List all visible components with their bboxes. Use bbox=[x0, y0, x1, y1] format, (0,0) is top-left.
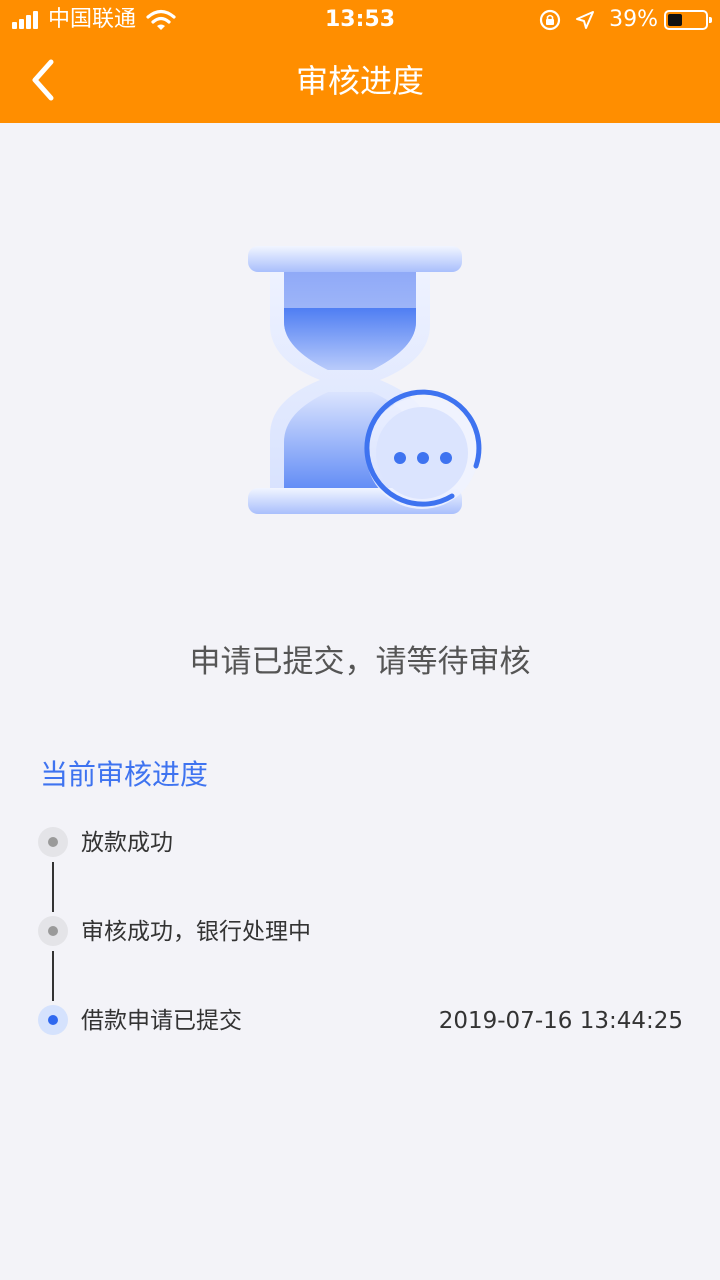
battery-percent: 39% bbox=[609, 7, 658, 32]
step-label: 借款申请已提交 bbox=[81, 1008, 242, 1034]
progress-section-title: 当前审核进度 bbox=[40, 758, 209, 791]
orientation-lock-icon bbox=[539, 9, 561, 31]
step-label: 放款成功 bbox=[81, 830, 173, 856]
step-label: 审核成功，银行处理中 bbox=[81, 919, 311, 945]
timeline-connector bbox=[52, 862, 54, 912]
status-bar-right: 39% bbox=[539, 6, 712, 34]
progress-step-review-success: 审核成功，银行处理中 bbox=[38, 916, 683, 948]
step-dot-icon bbox=[38, 916, 68, 946]
status-headline: 申请已提交，请等待审核 bbox=[189, 644, 531, 680]
page-title: 审核进度 bbox=[295, 62, 424, 100]
progress-step-submitted: 借款申请已提交 2019-07-16 13:44:25 bbox=[38, 1005, 683, 1037]
location-arrow-icon bbox=[576, 11, 595, 29]
timeline-connector bbox=[52, 951, 54, 1001]
battery-icon bbox=[664, 10, 712, 30]
app-header: 中国联通 13:53 39% 审核进度 bbox=[0, 0, 720, 123]
hourglass-pending-icon bbox=[248, 246, 482, 514]
progress-step-disbursed: 放款成功 bbox=[38, 827, 683, 859]
status-bar: 中国联通 13:53 39% bbox=[0, 0, 720, 40]
battery-fill bbox=[668, 14, 682, 26]
navigation-bar: 审核进度 bbox=[0, 40, 720, 123]
step-dot-icon bbox=[38, 827, 68, 857]
step-time: 2019-07-16 13:44:25 bbox=[438, 1008, 683, 1034]
step-dot-active-icon bbox=[38, 1005, 68, 1035]
